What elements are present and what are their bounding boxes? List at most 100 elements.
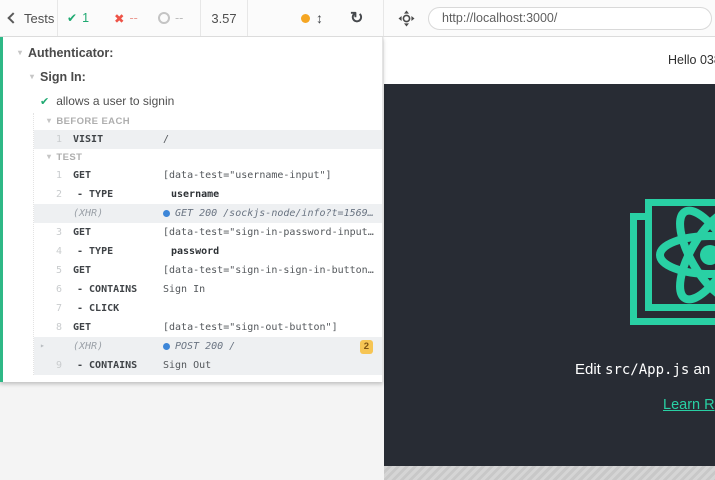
command-number: 9 xyxy=(34,360,62,371)
crosshair-icon xyxy=(398,10,415,27)
runner-header: Tests ✔ 1 ✖ -- -- 3.57 ↕ ↻ xyxy=(0,0,715,37)
auto-scroll-toggle[interactable]: ↕ xyxy=(301,0,323,36)
command-number: 5 xyxy=(34,265,62,276)
command-method: GET xyxy=(62,265,163,276)
command-row[interactable]: 6- CONTAINSSign In xyxy=(34,280,382,299)
command-number: 8 xyxy=(34,322,62,333)
command-message: [data-test="sign-in-password-input… xyxy=(163,227,382,238)
panel-divider xyxy=(383,0,384,36)
expand-caret-icon[interactable]: ▸ xyxy=(40,342,45,350)
circle-icon xyxy=(158,12,170,24)
duplicate-count-badge: 2 xyxy=(360,340,373,354)
command-row[interactable]: 7- CLICK xyxy=(34,299,382,318)
edit-suffix: an xyxy=(689,361,710,378)
suite-title: Sign In: xyxy=(40,70,86,84)
suite-authenticator[interactable]: ▾ Authenticator: xyxy=(18,46,113,60)
command-method: - CLICK xyxy=(62,303,163,314)
edit-instruction-text: Edit src/App.js an xyxy=(575,361,710,378)
command-row[interactable]: 1VISIT/ xyxy=(34,130,382,149)
viewport-hatch-strip xyxy=(384,466,715,480)
command-row[interactable]: 8GET[data-test="sign-out-button"] xyxy=(34,318,382,337)
chevron-down-icon: ▾ xyxy=(18,49,22,57)
back-to-tests-button[interactable]: Tests xyxy=(9,0,54,36)
check-icon: ✔ xyxy=(40,95,49,108)
command-method: - CONTAINS xyxy=(62,360,163,371)
rerun-tests-button[interactable]: ↻ xyxy=(350,0,363,36)
command-message: [data-test="sign-out-button"] xyxy=(163,322,382,333)
command-row[interactable]: 2- TYPEusername xyxy=(34,185,382,204)
x-icon: ✖ xyxy=(114,11,124,26)
url-address-bar[interactable]: http://localhost:3000/ xyxy=(428,7,712,30)
command-row[interactable]: ▸ (XHR) POST 200 / 2 xyxy=(34,337,382,356)
suite-sign-in[interactable]: ▾ Sign In: xyxy=(30,70,86,84)
command-method: - CONTAINS xyxy=(62,284,163,295)
command-row[interactable]: 5GET[data-test="sign-in-sign-in-button… xyxy=(34,261,382,280)
check-icon: ✔ xyxy=(67,11,77,25)
hook-section-header[interactable]: ▾ BEFORE EACH xyxy=(34,113,382,130)
greeting-text: Hello 038a xyxy=(668,53,715,67)
divider xyxy=(247,0,248,36)
test-title-row[interactable]: ✔ allows a user to signin xyxy=(40,94,174,108)
command-method: (XHR) xyxy=(62,341,163,352)
hook-section-label: BEFORE EACH xyxy=(56,116,130,127)
passed-count: 1 xyxy=(82,11,89,25)
command-number: 4 xyxy=(34,246,62,257)
duration-label: 3.57 xyxy=(201,0,247,36)
command-message: Sign In xyxy=(163,284,382,295)
command-row[interactable]: (XHR) GET 200 /sockjs-node/info?t=1569… xyxy=(34,204,382,223)
chevron-down-icon: ▾ xyxy=(47,153,51,161)
failed-count: -- xyxy=(129,11,137,25)
app-header: Edit src/App.js an Learn R xyxy=(384,84,715,466)
command-message: password xyxy=(163,246,382,257)
refresh-icon: ↻ xyxy=(350,8,363,28)
app-nav-bar: Hello 038a xyxy=(384,37,715,84)
command-message: / xyxy=(163,134,382,145)
react-logo-icon xyxy=(620,190,715,320)
command-method: - TYPE xyxy=(62,246,163,257)
command-method: (XHR) xyxy=(62,208,163,219)
command-method: VISIT xyxy=(62,134,163,145)
passed-stat: ✔ 1 xyxy=(67,0,89,36)
chevron-left-icon xyxy=(7,12,18,23)
command-message: [data-test="username-input"] xyxy=(163,170,382,181)
command-message: GET 200 /sockjs-node/info?t=1569… xyxy=(163,208,382,219)
selector-playground-button[interactable] xyxy=(398,0,415,36)
xhr-message-text: POST 200 / xyxy=(175,341,235,352)
up-down-arrow-icon: ↕ xyxy=(316,10,323,26)
xhr-message-text: GET 200 /sockjs-node/info?t=1569… xyxy=(175,208,374,219)
learn-react-link[interactable]: Learn R xyxy=(663,397,715,413)
command-message: username xyxy=(163,189,382,200)
command-number: 6 xyxy=(34,284,62,295)
test-title: allows a user to signin xyxy=(56,94,174,108)
command-number: 1 xyxy=(34,170,62,181)
command-row[interactable]: 1GET[data-test="username-input"] xyxy=(34,166,382,185)
edit-code: src/App.js xyxy=(605,362,689,378)
command-row[interactable]: 3GET[data-test="sign-in-password-input… xyxy=(34,223,382,242)
chevron-down-icon: ▾ xyxy=(30,73,34,81)
suite-title: Authenticator: xyxy=(28,46,113,60)
command-method: - TYPE xyxy=(62,189,163,200)
command-message: Sign Out xyxy=(163,360,382,371)
command-number: 3 xyxy=(34,227,62,238)
command-number: 7 xyxy=(34,303,62,314)
command-message: POST 200 / xyxy=(163,341,382,352)
command-method: GET xyxy=(62,227,163,238)
hook-section-label: TEST xyxy=(56,152,82,163)
command-row[interactable]: 9- CONTAINSSign Out xyxy=(34,356,382,375)
pending-stat: -- xyxy=(158,0,183,36)
back-label: Tests xyxy=(24,11,54,26)
xhr-dot-icon xyxy=(163,210,170,217)
app-under-test: Hello 038a Edit src/App.js an Learn R xyxy=(384,37,715,480)
xhr-dot-icon xyxy=(163,343,170,350)
command-number: 1 xyxy=(34,134,62,145)
test-passed-strip xyxy=(0,37,3,382)
pending-count: -- xyxy=(175,11,183,25)
chevron-down-icon: ▾ xyxy=(47,117,51,125)
command-row[interactable]: 4- TYPEpassword xyxy=(34,242,382,261)
hook-section-header[interactable]: ▾ TEST xyxy=(34,149,382,166)
edit-prefix: Edit xyxy=(575,361,605,378)
failed-stat: ✖ -- xyxy=(114,0,138,36)
cypress-runner: Tests ✔ 1 ✖ -- -- 3.57 ↕ ↻ xyxy=(0,0,715,480)
divider xyxy=(57,0,58,36)
status-dot-icon xyxy=(301,14,310,23)
